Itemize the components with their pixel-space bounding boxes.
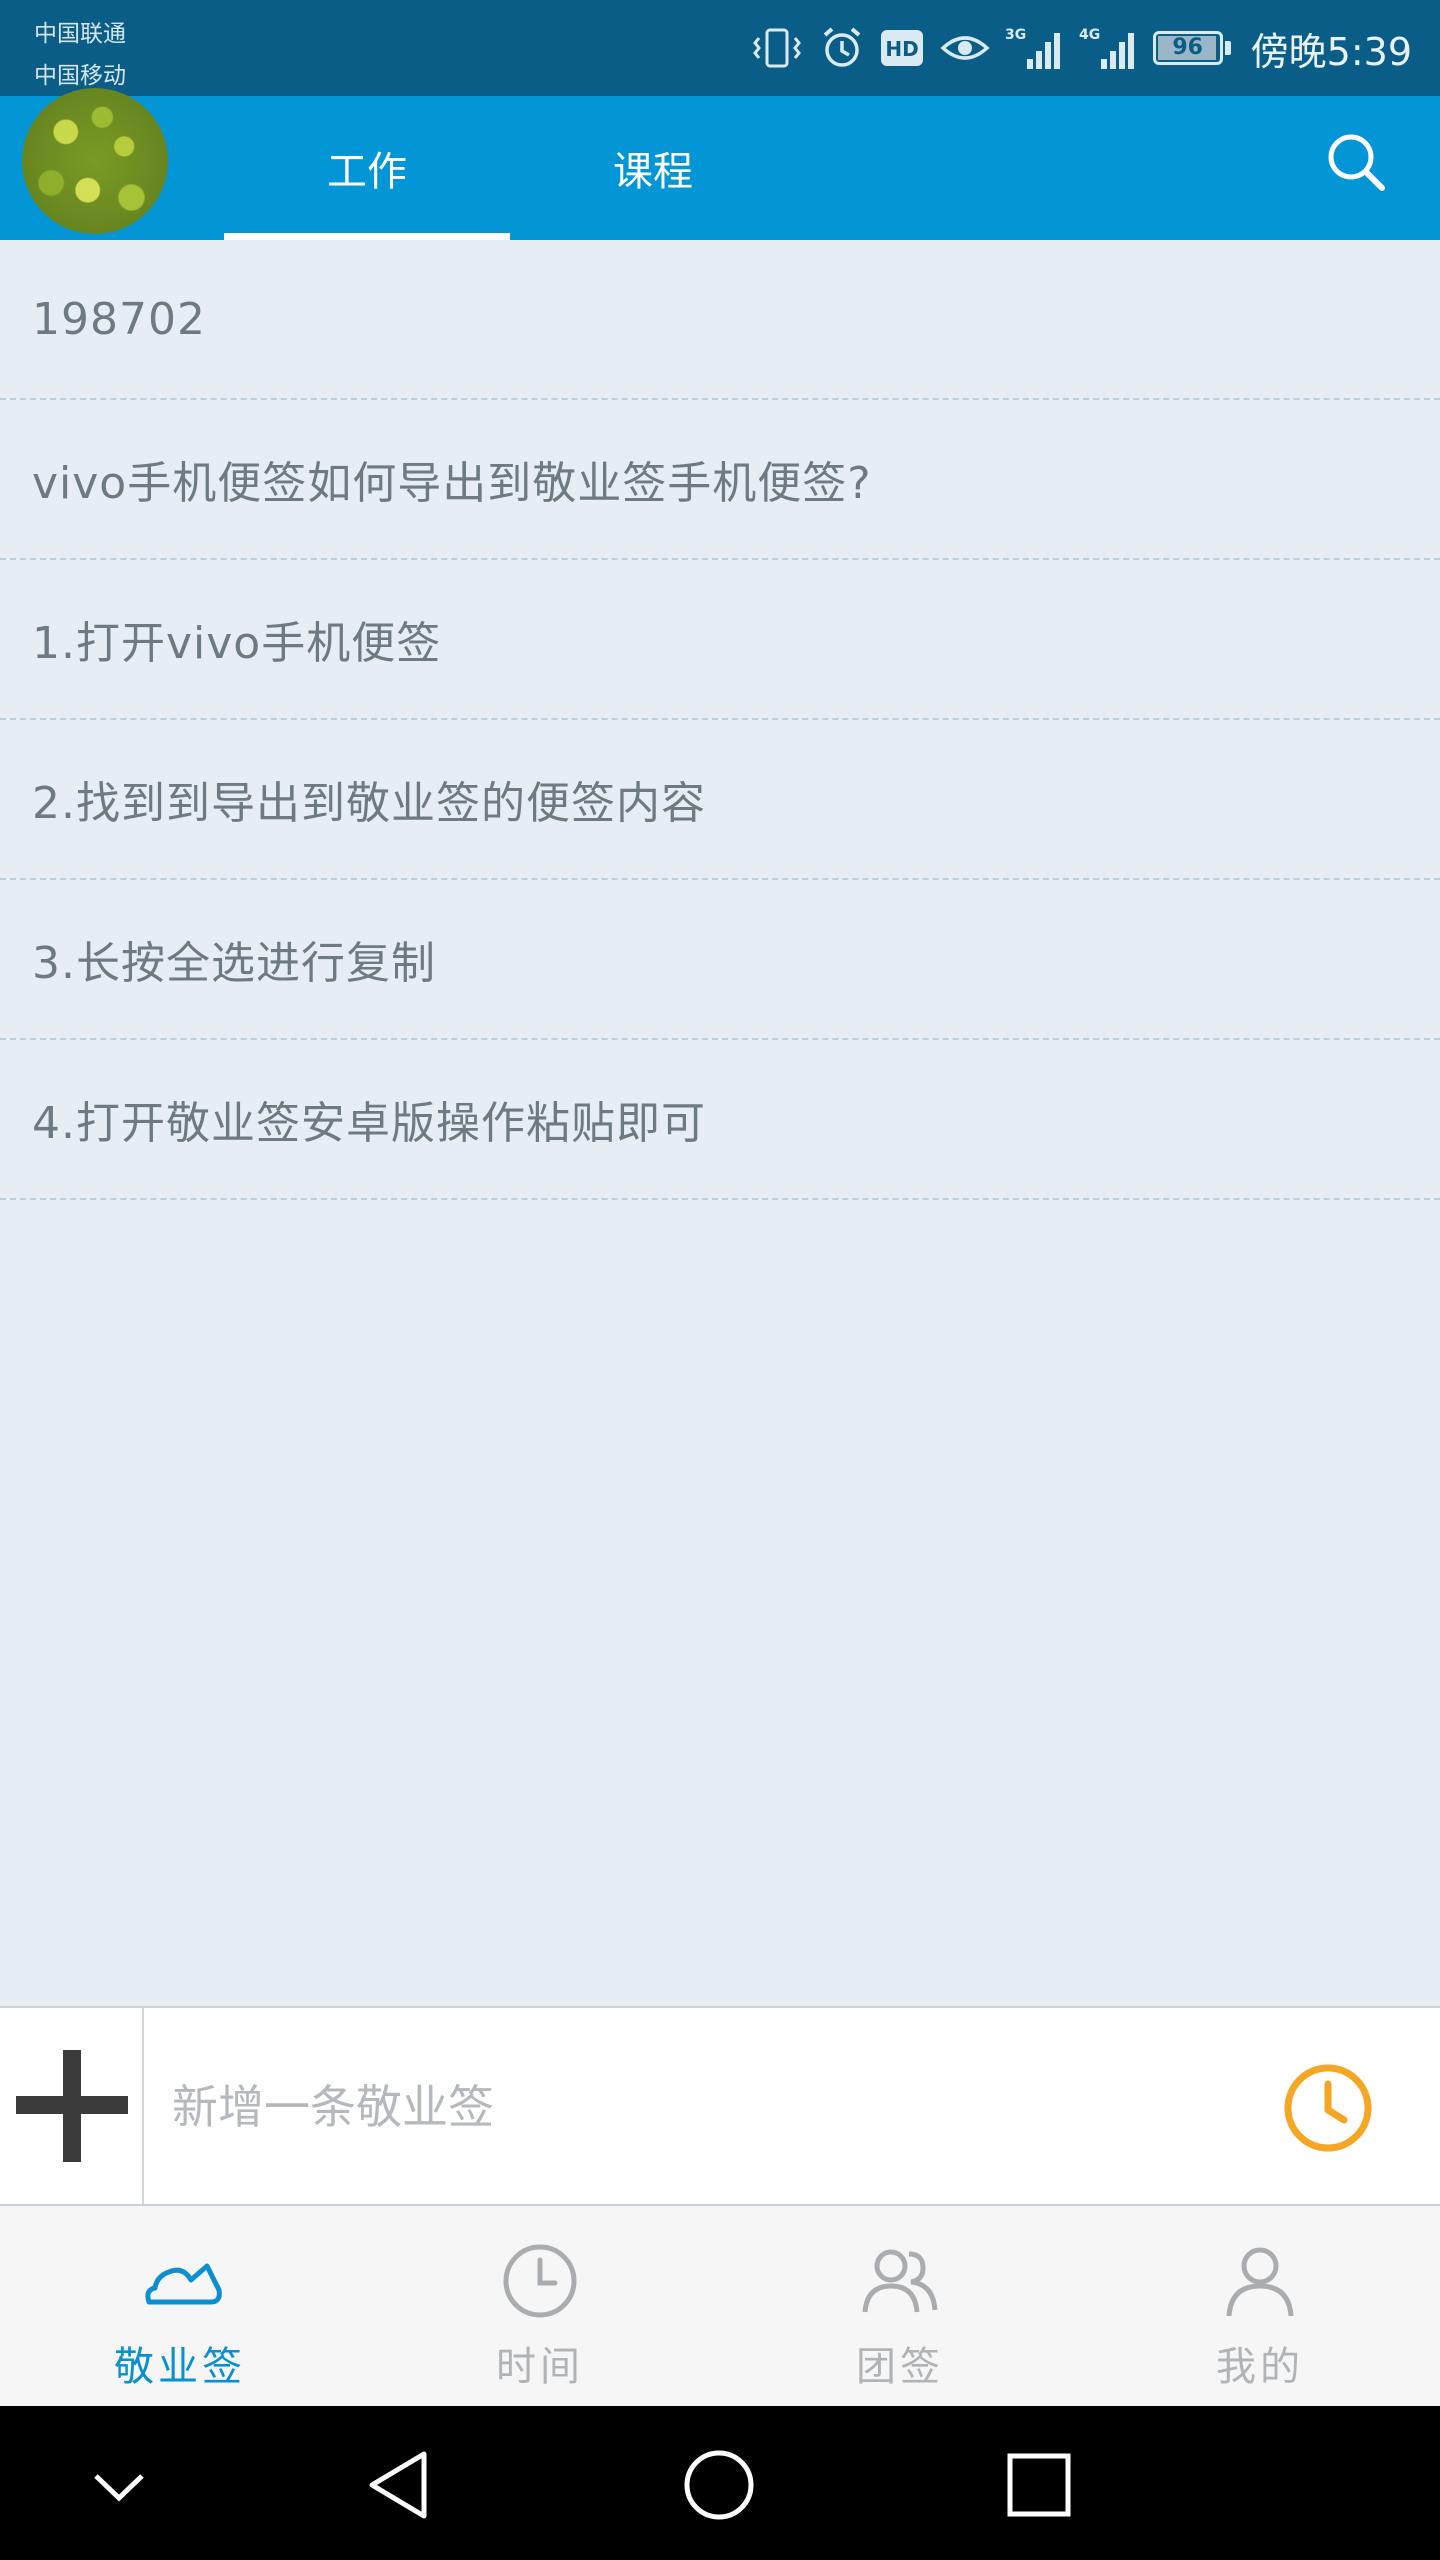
eye-icon	[940, 36, 990, 60]
carrier-1-label: 中国联通	[34, 21, 126, 47]
app-header: 工作 课程	[0, 88, 1440, 240]
search-icon[interactable]	[1324, 130, 1388, 194]
avatar[interactable]	[22, 88, 168, 234]
note-text: 2.找到到导出到敬业签的便签内容	[32, 778, 706, 829]
svg-text:3G: 3G	[1005, 27, 1026, 43]
signal-3g-icon: 3G	[1005, 27, 1060, 69]
clock-icon	[503, 2244, 577, 2318]
clock-icon[interactable]	[1280, 2060, 1376, 2156]
active-tab-indicator	[224, 233, 510, 240]
status-bar: 中国联通 中国移动 HD 3G 4G 96 傍晚5:39	[0, 0, 1440, 96]
svg-text:4G: 4G	[1079, 27, 1100, 43]
status-clock: 傍晚5:39	[1250, 29, 1412, 74]
note-text: vivo手机便签如何导出到敬业签手机便签?	[32, 458, 872, 509]
battery-percent: 96	[1172, 35, 1203, 60]
tab-courses-label: 课程	[613, 149, 693, 195]
note-text: 1.打开vivo手机便签	[32, 618, 442, 669]
list-item[interactable]: 3.长按全选进行复制	[0, 880, 1440, 1040]
bottom-navigation: 敬业签 时间 团签 我的	[0, 2206, 1440, 2406]
tab-courses[interactable]: 课程	[510, 96, 796, 240]
back-icon[interactable]	[356, 2440, 446, 2530]
alarm-icon	[823, 27, 860, 67]
cloud-icon	[145, 2263, 222, 2305]
list-item[interactable]: vivo手机便签如何导出到敬业签手机便签?	[0, 400, 1440, 560]
nav-item-team[interactable]: 团签	[720, 2206, 1080, 2406]
add-note-button[interactable]	[0, 2008, 144, 2204]
battery-icon: 96	[1152, 31, 1223, 65]
person-icon	[1226, 2247, 1294, 2317]
nav-label: 团签	[856, 2344, 944, 2390]
vibrate-icon	[752, 28, 801, 68]
tab-work[interactable]: 工作	[224, 96, 510, 240]
nav-label: 敬业签	[114, 2344, 246, 2390]
list-item[interactable]: 2.找到到导出到敬业签的便签内容	[0, 720, 1440, 880]
group-icon	[862, 2249, 938, 2313]
note-text: 198702	[32, 293, 206, 345]
tab-work-label: 工作	[327, 149, 407, 195]
notes-list: 198702 vivo手机便签如何导出到敬业签手机便签? 1.打开vivo手机便…	[0, 240, 1440, 1200]
new-note-input[interactable]	[170, 2008, 1234, 2206]
note-text: 3.长按全选进行复制	[32, 938, 436, 989]
status-icons: HD 3G 4G 96 傍晚5:39	[749, 20, 1412, 76]
home-icon[interactable]	[674, 2440, 764, 2530]
note-text: 4.打开敬业签安卓版操作粘贴即可	[32, 1098, 706, 1149]
recents-icon[interactable]	[994, 2440, 1084, 2530]
nav-item-notes[interactable]: 敬业签	[0, 2206, 360, 2406]
nav-item-me[interactable]: 我的	[1080, 2206, 1440, 2406]
battery-indicator: 96	[1152, 31, 1231, 65]
list-item[interactable]: 1.打开vivo手机便签	[0, 560, 1440, 720]
list-item[interactable]: 198702	[0, 240, 1440, 400]
carrier-2-label: 中国移动	[34, 63, 126, 89]
list-item[interactable]: 4.打开敬业签安卓版操作粘贴即可	[0, 1040, 1440, 1200]
svg-text:HD: HD	[885, 37, 918, 61]
nav-label: 我的	[1216, 2344, 1304, 2390]
nav-item-time[interactable]: 时间	[360, 2206, 720, 2406]
hd-icon: HD	[880, 30, 923, 66]
system-nav-bar	[0, 2406, 1440, 2560]
new-note-bar	[0, 2006, 1440, 2206]
collapse-icon[interactable]	[74, 2440, 164, 2530]
nav-label: 时间	[496, 2344, 584, 2390]
signal-4g-icon: 4G	[1079, 27, 1134, 69]
